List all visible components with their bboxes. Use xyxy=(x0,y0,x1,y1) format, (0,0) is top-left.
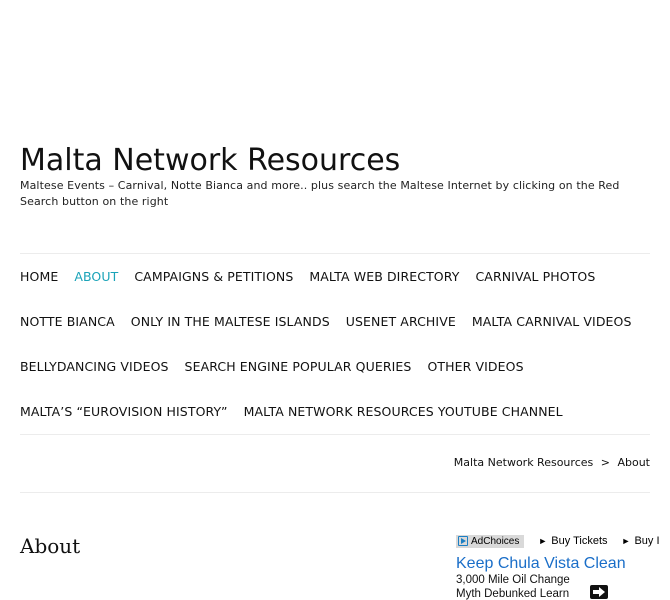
nav-item-youtube-channel[interactable]: MALTA NETWORK RESOURCES YOUTUBE CHANNEL xyxy=(244,404,563,419)
breadcrumb: Malta Network Resources > About xyxy=(454,456,650,469)
adchoices-label: AdChoices xyxy=(471,535,520,547)
adchoices-badge[interactable]: AdChoices xyxy=(456,534,525,548)
main-navigation: HOME ABOUT CAMPAIGNS & PETITIONS MALTA W… xyxy=(20,254,660,434)
nav-row-3: BELLYDANCING VIDEOS SEARCH ENGINE POPULA… xyxy=(20,344,660,389)
nav-bottom-divider xyxy=(20,434,650,435)
nav-item-search-engine-popular-queries[interactable]: SEARCH ENGINE POPULAR QUERIES xyxy=(185,359,412,374)
nav-item-about[interactable]: ABOUT xyxy=(74,269,118,284)
site-description: Maltese Events – Carnival, Notte Bianca … xyxy=(20,179,620,208)
nav-item-home[interactable]: HOME xyxy=(20,269,58,284)
ad-top-bar: AdChoices ► Buy Tickets ► Buy I xyxy=(456,533,670,549)
nav-item-other-videos[interactable]: OTHER VIDEOS xyxy=(427,359,523,374)
nav-item-malta-carnival-videos[interactable]: MALTA CARNIVAL VIDEOS xyxy=(472,314,632,329)
ad-link-buy[interactable]: ► Buy I xyxy=(622,535,660,547)
nav-item-only-in-maltese-islands[interactable]: ONLY IN THE MALTESE ISLANDS xyxy=(131,314,330,329)
breadcrumb-divider xyxy=(20,492,650,493)
breadcrumb-home-link[interactable]: Malta Network Resources xyxy=(454,456,593,469)
page-title: About xyxy=(20,534,81,558)
nav-item-eurovision-history[interactable]: MALTA’S “EUROVISION HISTORY” xyxy=(20,404,228,419)
site-title[interactable]: Malta Network Resources xyxy=(20,142,400,180)
nav-item-usenet-archive[interactable]: USENET ARCHIVE xyxy=(346,314,456,329)
nav-item-bellydancing-videos[interactable]: BELLYDANCING VIDEOS xyxy=(20,359,169,374)
play-triangle-icon: ► xyxy=(621,536,631,546)
nav-item-notte-bianca[interactable]: NOTTE BIANCA xyxy=(20,314,115,329)
arrow-right-icon[interactable] xyxy=(590,585,608,599)
adchoices-icon xyxy=(458,536,468,546)
nav-item-malta-web-directory[interactable]: MALTA WEB DIRECTORY xyxy=(309,269,459,284)
breadcrumb-separator: > xyxy=(600,456,610,469)
nav-row-2: NOTTE BIANCA ONLY IN THE MALTESE ISLANDS… xyxy=(20,299,660,344)
nav-row-1: HOME ABOUT CAMPAIGNS & PETITIONS MALTA W… xyxy=(20,254,660,299)
nav-row-4: MALTA’S “EUROVISION HISTORY” MALTA NETWO… xyxy=(20,389,660,434)
play-triangle-icon: ► xyxy=(538,536,548,546)
ad-link-buy-tickets[interactable]: ► Buy Tickets xyxy=(538,535,607,547)
breadcrumb-current: About xyxy=(617,456,650,469)
nav-item-carnival-photos[interactable]: CARNIVAL PHOTOS xyxy=(475,269,595,284)
ad-headline[interactable]: Keep Chula Vista Clean xyxy=(456,555,670,573)
nav-item-campaigns-petitions[interactable]: CAMPAIGNS & PETITIONS xyxy=(134,269,293,284)
advertisement[interactable]: AdChoices ► Buy Tickets ► Buy I Keep Chula… xyxy=(456,533,670,600)
ad-body-text[interactable]: 3,000 Mile Oil Change Myth Debunked Lear… xyxy=(456,573,576,600)
